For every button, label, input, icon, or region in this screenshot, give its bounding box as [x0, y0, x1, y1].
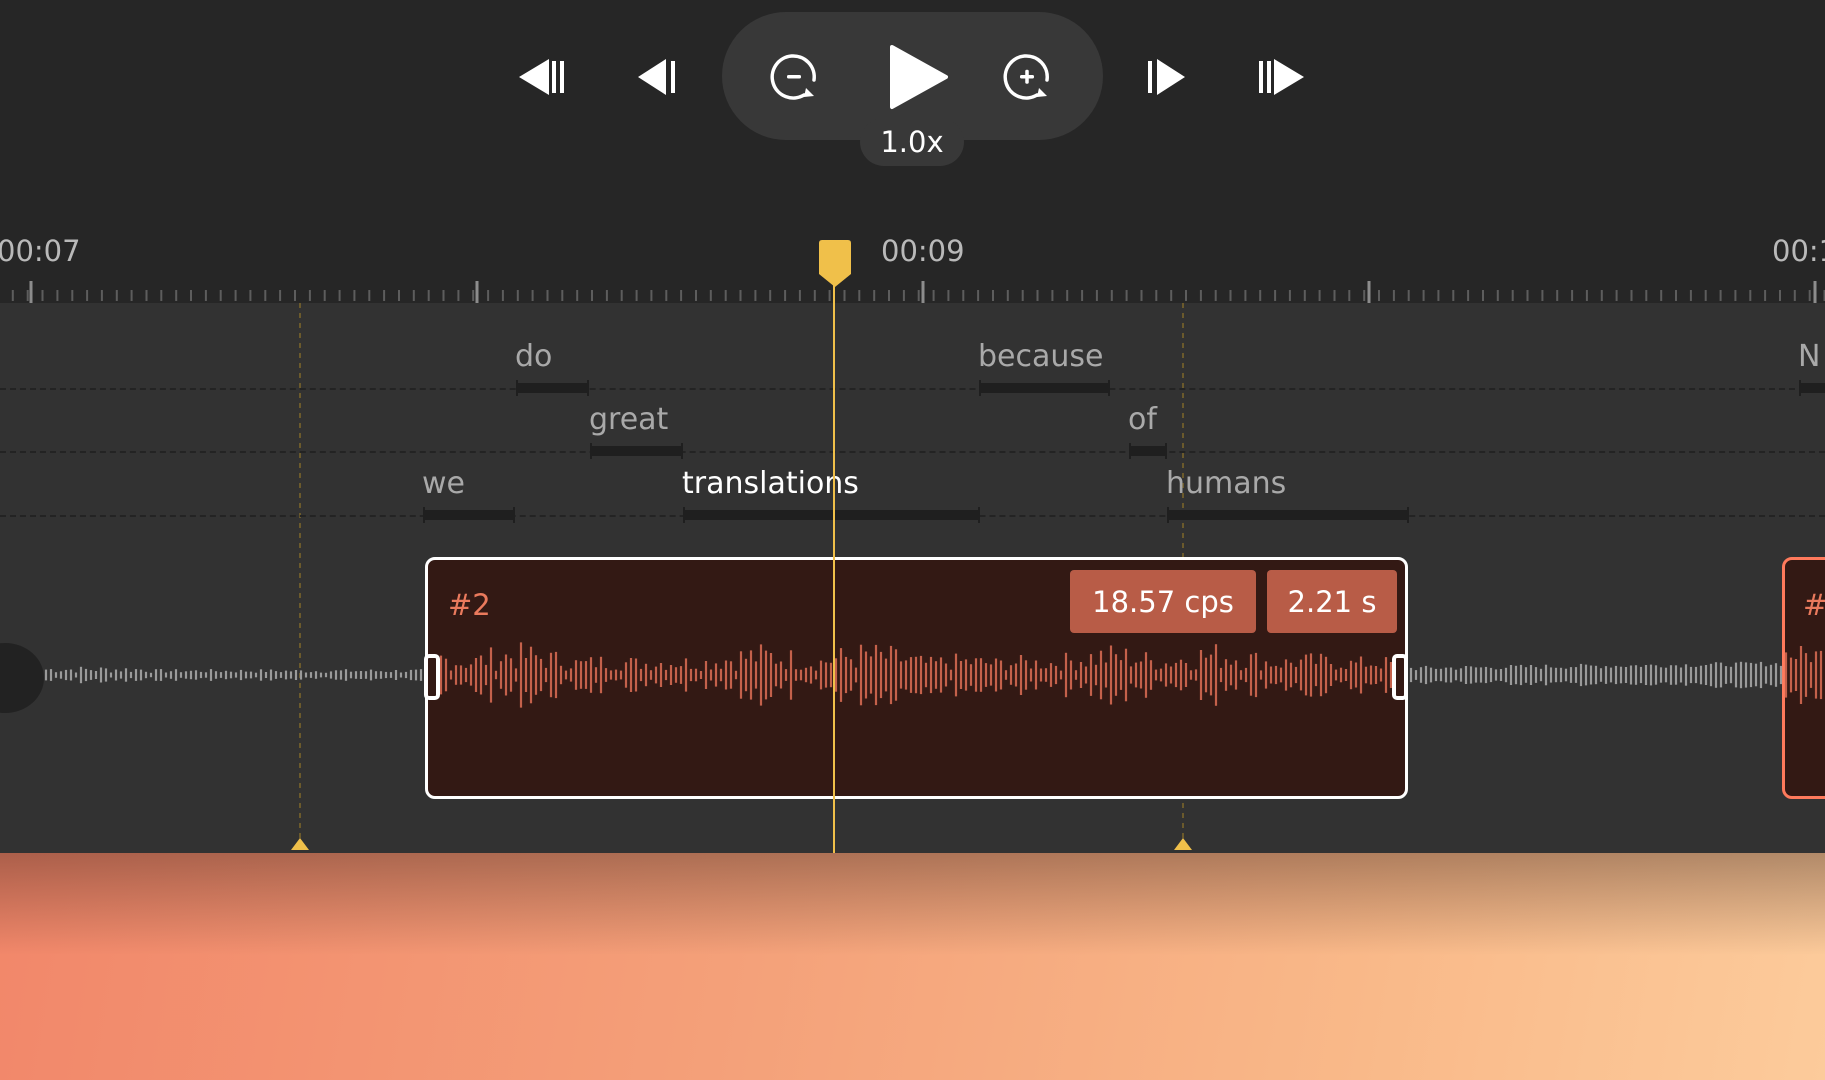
segment-start-trim-handle[interactable]: [424, 654, 440, 700]
playhead-line: [833, 280, 835, 853]
skip-to-previous-segment-button[interactable]: [507, 42, 577, 112]
timeline-tracks[interactable]: do because N great of we translations hu…: [0, 303, 1825, 853]
ruler-ticks: [11, 281, 1825, 303]
segment-end-trim-handle[interactable]: [1392, 654, 1408, 700]
play-button[interactable]: [878, 37, 958, 117]
timeline-ruler[interactable]: 00:07 00:09 00:1: [0, 180, 1825, 303]
playback-speed-label: 1.0x: [880, 125, 944, 159]
zoom-out-circle-icon: [770, 54, 816, 100]
skip-back-double-icon: [519, 59, 564, 95]
transport-controls: 1.0x: [0, 0, 1825, 180]
skip-to-next-segment-button[interactable]: [1246, 42, 1316, 112]
zoom-in-circle-icon: [1003, 54, 1049, 100]
playback-speed-button[interactable]: 1.0x: [860, 118, 964, 166]
step-back-icon: [638, 59, 675, 95]
audio-waveform: [44, 642, 1823, 708]
next-frame-button[interactable]: [1130, 42, 1200, 112]
zoom-out-button[interactable]: [760, 42, 830, 112]
skip-forward-double-icon: [1259, 59, 1304, 95]
step-forward-icon: [1148, 59, 1185, 95]
zoom-in-button[interactable]: [993, 42, 1063, 112]
previous-frame-button[interactable]: [623, 42, 693, 112]
bottom-gradient-panel: [0, 853, 1825, 1080]
play-icon: [890, 45, 948, 109]
playhead-handle[interactable]: [819, 240, 851, 288]
